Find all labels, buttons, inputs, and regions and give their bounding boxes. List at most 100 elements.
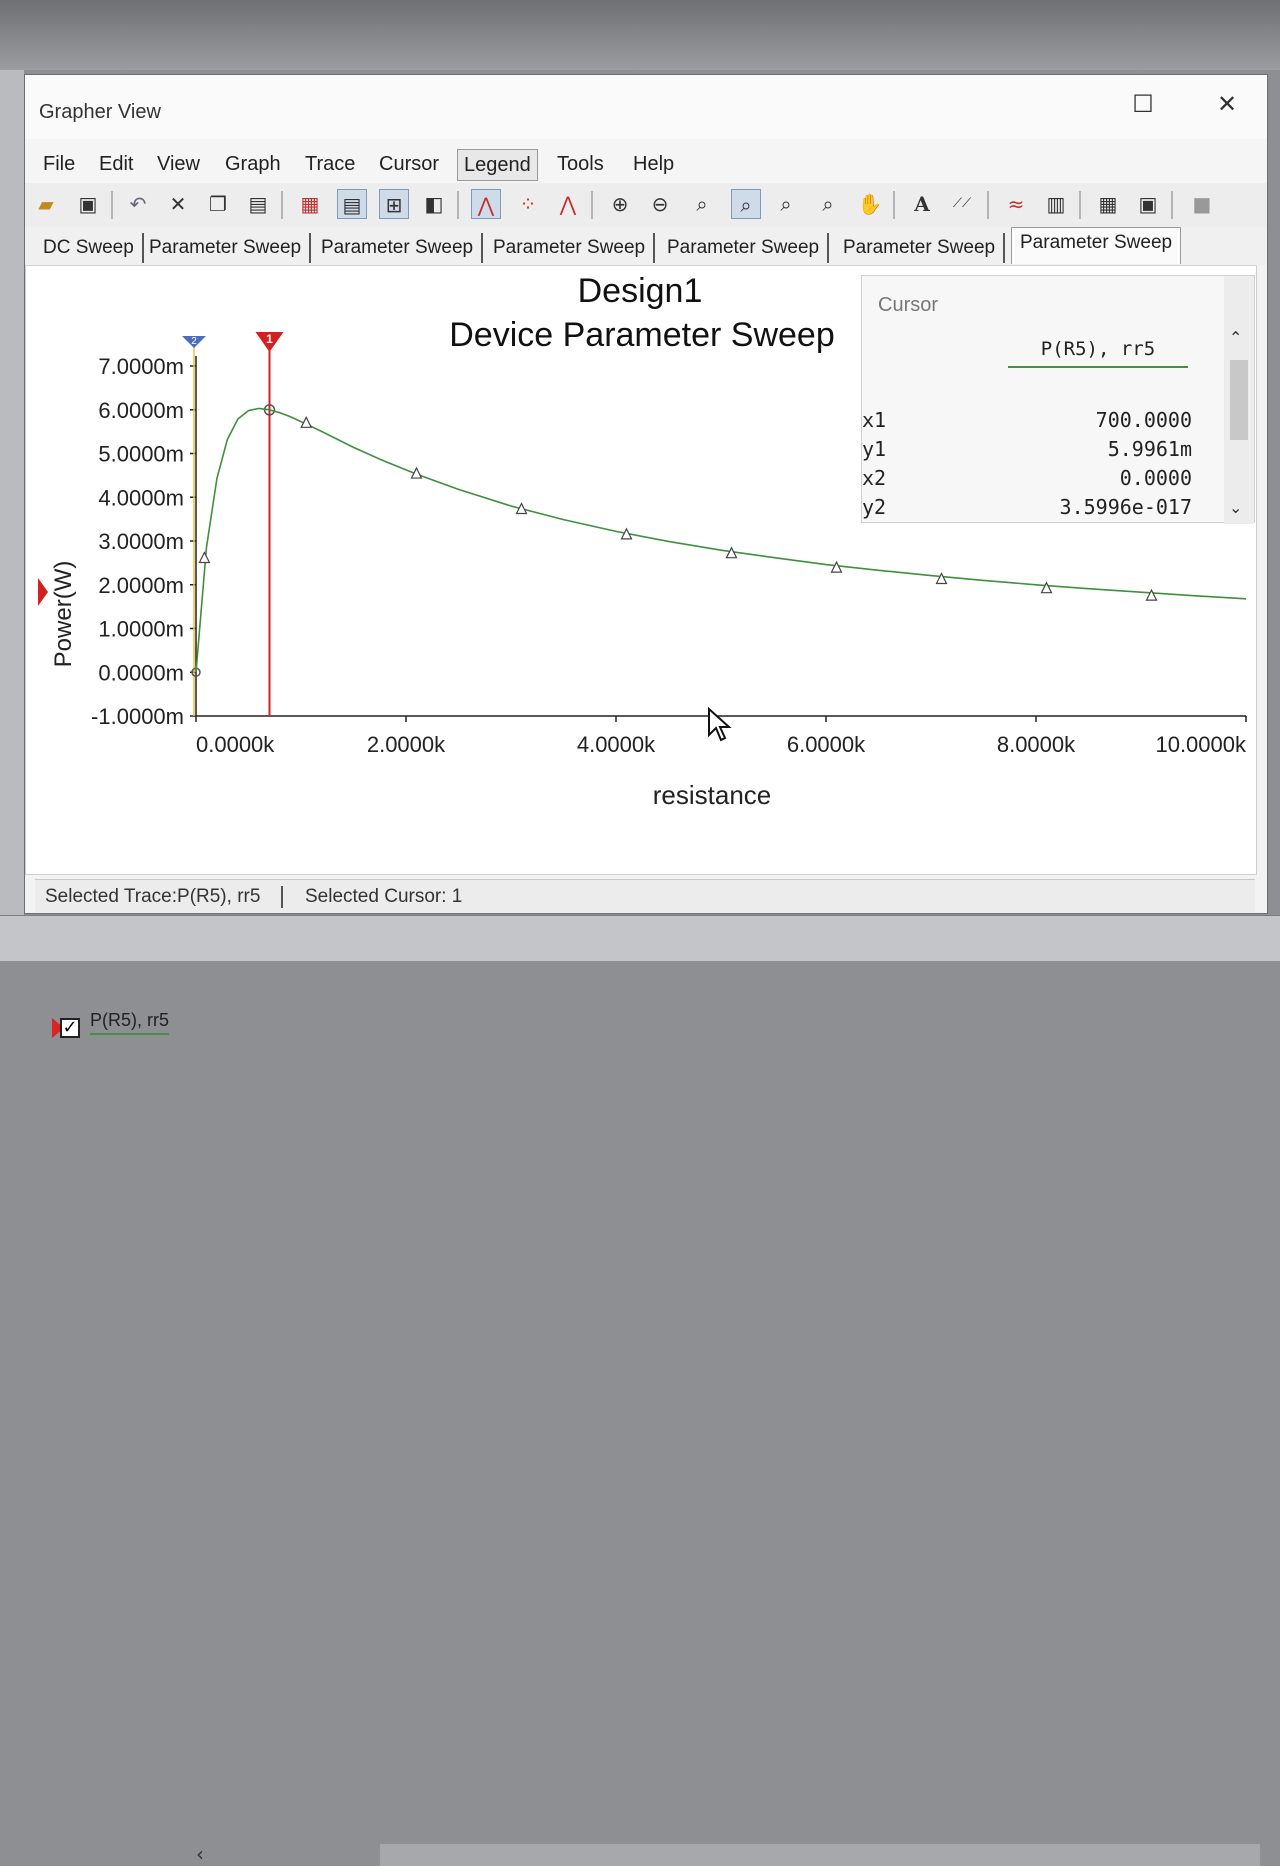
export-icon[interactable]: ▥ [1041,189,1071,219]
data-point-marker[interactable] [1145,588,1158,601]
stop-icon[interactable]: ■ [1187,189,1217,219]
tab-parameter-sweep-4[interactable]: Parameter Sweep [659,233,830,263]
menu-help[interactable]: Help [627,149,680,179]
y-tick-label: 3.0000m [98,529,184,554]
zoom-area-icon[interactable]: ⌕ [687,189,717,219]
cursor-row-value: 700.0000 [1095,408,1192,432]
export-graph-icon[interactable]: ▣ [1133,189,1163,219]
x-tick-label: 4.0000k [577,732,656,757]
cursor-row-value: 5.9961m [1107,437,1192,461]
cursor-row-value: 3.5996e-017 [1059,495,1192,519]
menu-tools[interactable]: Tools [551,149,610,179]
zoom-y-icon[interactable]: ⌕ [813,189,843,219]
y-tick-label: 1.0000m [98,617,184,642]
trace-line-points-icon[interactable]: ⋀ [553,189,583,219]
maximize-button[interactable]: ☐ [1123,89,1163,119]
tab-parameter-sweep-6[interactable]: Parameter Sweep [1011,227,1182,264]
tab-parameter-sweep-3[interactable]: Parameter Sweep [485,233,656,263]
tab-parameter-sweep-2[interactable]: Parameter Sweep [313,233,484,263]
selected-axis-marker [38,578,48,606]
zoom-fit-icon[interactable]: ⌕ [731,189,761,219]
x-tick-label: 6.0000k [787,732,866,757]
toolbar-separator [1171,191,1173,219]
zoom-x-icon[interactable]: ⌕ [771,189,801,219]
trace-points-icon[interactable]: ⁘ [513,189,543,219]
paste-icon[interactable]: ▤ [243,189,273,219]
background-window-edge [0,70,24,960]
cursor-panel-column-header: P(R5), rr5 [1008,338,1188,368]
menu-cursor[interactable]: Cursor [373,149,445,179]
legend-checkbox[interactable]: ✓ [60,1018,80,1038]
data-point-marker[interactable] [935,572,948,585]
overlay-icon[interactable]: ◧ [419,189,449,219]
chevron-up-icon[interactable]: ⌃ [1229,328,1242,347]
menu-bar: File Edit View Graph Trace Cursor Legend… [25,139,1267,183]
scroll-thumb[interactable] [380,1844,1260,1866]
tab-parameter-sweep-1[interactable]: Parameter Sweep [141,233,312,263]
pan-hand-icon[interactable]: ✋ [855,189,885,219]
y-tick-label: 7.0000m [98,354,184,379]
cursor-row: x1 700.0000 [862,408,1192,436]
text-icon[interactable]: A [907,189,937,219]
menu-legend[interactable]: Legend [457,149,538,181]
title-bar[interactable]: Grapher View ☐ ✕ [25,75,1267,139]
menu-edit[interactable]: Edit [93,149,139,179]
zoom-out-icon[interactable]: ⊖ [645,189,675,219]
compare-icon[interactable]: ≈ [1001,189,1031,219]
tab-bar: DC Sweep Parameter Sweep Parameter Sweep… [25,227,1267,265]
label-icon[interactable]: ⟋⟋ [947,189,977,219]
undo-icon[interactable]: ↶ [123,189,153,219]
y-tick-label: 5.0000m [98,442,184,467]
toolbar-separator [281,191,283,219]
menu-view[interactable]: View [151,149,206,179]
scroll-left-icon[interactable]: ‹ [196,1842,204,1866]
delete-icon[interactable]: ✕ [163,189,193,219]
x-tick-label: 10.0000k [1155,732,1247,757]
open-icon[interactable]: ▰ [31,189,61,219]
copy-icon[interactable]: ❐ [203,189,233,219]
y-tick-label: -1.0000m [91,704,184,729]
data-point-marker[interactable] [830,560,843,573]
menu-graph[interactable]: Graph [219,149,287,179]
x-tick-label: 2.0000k [367,732,446,757]
cursor-panel-scrollbar[interactable]: ⌃ ⌄ [1224,276,1254,524]
data-point-marker[interactable] [198,551,211,564]
cursor-row-label: x2 [862,466,887,490]
toolbar-separator [893,191,895,219]
chevron-down-icon[interactable]: ⌄ [1229,498,1242,517]
toolbar-separator [1079,191,1081,219]
cursor-row-value: 0.0000 [1119,466,1192,490]
status-selected-cursor: Selected Cursor: 1 [305,886,463,907]
scroll-thumb[interactable] [1230,360,1248,440]
background-window-scrollbar[interactable]: ‹ [0,915,1280,1866]
cursor-toggle-icon[interactable]: ⊞ [379,189,409,219]
close-button[interactable]: ✕ [1207,89,1247,119]
toolbar-separator [987,191,989,219]
data-point-marker[interactable] [1040,581,1053,594]
chart-subtitle: Device Parameter Sweep [449,316,835,354]
window-title: Grapher View [39,101,161,123]
cursor-1-label: 1 [266,332,273,346]
grapher-view-window: Grapher View ☐ ✕ File Edit View Graph Tr… [24,74,1268,1038]
menu-file[interactable]: File [37,149,81,179]
tab-dc-sweep[interactable]: DC Sweep [35,233,144,263]
cursor-row-label: y2 [862,495,887,519]
status-bar: Selected Trace:P(R5), rr5 Selected Curso… [35,879,1255,912]
legend-toggle-icon[interactable]: ▤ [337,189,367,219]
tab-parameter-sweep-5[interactable]: Parameter Sweep [835,233,1006,263]
y-tick-label: 6.0000m [98,398,184,423]
grid-icon[interactable]: ▦ [295,189,325,219]
cursor-row: y1 5.9961m [862,437,1192,465]
cursor-row: y2 3.5996e-017 [862,495,1192,523]
status-separator [281,886,283,908]
menu-trace[interactable]: Trace [299,149,361,179]
trace-line-icon[interactable]: ⋀ [471,189,501,219]
legend-label[interactable]: P(R5), rr5 [90,1010,170,1035]
export-table-icon[interactable]: ▦ [1093,189,1123,219]
zoom-in-icon[interactable]: ⊕ [605,189,635,219]
save-icon[interactable]: ▣ [73,189,103,219]
chart-title: Design1 [578,272,703,310]
mouse-pointer-icon [708,707,732,742]
cursor-panel: Cursor P(R5), rr5 x1 700.0000 y1 5.9961m… [861,275,1255,524]
toolbar-separator [457,191,459,219]
